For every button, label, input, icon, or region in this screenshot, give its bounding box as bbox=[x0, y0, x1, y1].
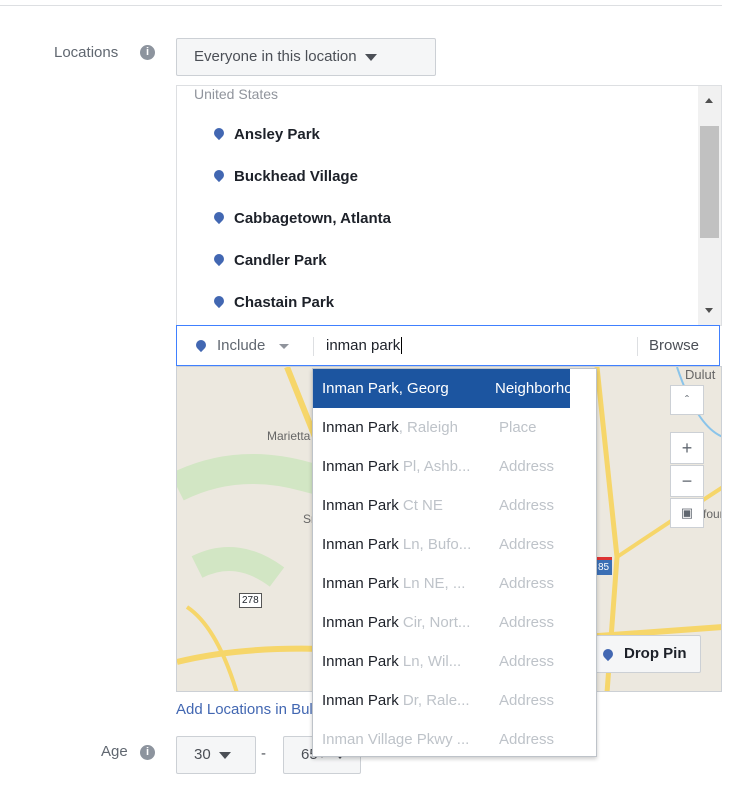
suggestion-name: Inman Park Ct NE bbox=[322, 497, 443, 514]
location-search-row: Include inman park Browse bbox=[176, 325, 720, 366]
drop-pin-label: Drop Pin bbox=[624, 645, 687, 662]
suggestion-name: Inman Park Ln, Bufo... bbox=[322, 536, 472, 553]
location-suggestions-dropdown: Inman Park, GeorgNeighborhoodInman Park,… bbox=[312, 368, 597, 757]
suggestion-type: Place bbox=[499, 419, 537, 436]
audience-select[interactable]: Everyone in this location bbox=[176, 38, 436, 76]
suggestion-item[interactable]: Inman Park Dr, Rale... Address bbox=[313, 681, 570, 720]
divider bbox=[313, 337, 314, 356]
age-separator: - bbox=[261, 745, 266, 762]
scrollbar-thumb[interactable] bbox=[700, 126, 719, 238]
location-pin-icon bbox=[211, 125, 227, 141]
divider bbox=[0, 5, 722, 6]
location-pin-icon bbox=[211, 167, 227, 183]
zoom-in-button[interactable]: + bbox=[670, 432, 704, 464]
map-label: Dulut bbox=[685, 367, 716, 382]
location-pin-icon bbox=[211, 251, 227, 267]
suggestion-name: Inman Park, Raleigh bbox=[322, 419, 458, 436]
chevron-down-icon bbox=[218, 751, 231, 759]
suggestion-item[interactable]: Inman Park Ct NE Address bbox=[313, 486, 570, 525]
map-collapse-button[interactable]: ˆ bbox=[670, 385, 704, 415]
suggestion-type: Address bbox=[499, 692, 555, 709]
suggestion-item[interactable]: Inman Village Pkwy ... Address bbox=[313, 720, 570, 759]
add-locations-bulk-link[interactable]: Add Locations in Bulk bbox=[176, 701, 320, 718]
suggestion-type: Address bbox=[499, 536, 555, 553]
suggestion-type: Address bbox=[499, 653, 555, 670]
chevron-down-icon bbox=[364, 53, 377, 61]
drop-pin-button[interactable]: Drop Pin bbox=[585, 635, 701, 673]
suggestion-item[interactable]: Inman Park, Raleigh Place bbox=[313, 408, 570, 447]
location-search-input[interactable]: inman park bbox=[326, 326, 626, 365]
map-label: Marietta bbox=[267, 429, 311, 443]
location-name: Ansley Park bbox=[234, 126, 320, 143]
recenter-icon[interactable]: ▣ bbox=[670, 498, 704, 528]
divider bbox=[637, 337, 638, 356]
suggestion-type: Address bbox=[499, 614, 555, 631]
location-pin-icon bbox=[211, 293, 227, 309]
scrollbar[interactable] bbox=[698, 86, 721, 325]
suggestion-name: Inman Park Dr, Rale... bbox=[322, 692, 470, 709]
suggestion-type: Neighborhood bbox=[495, 380, 570, 397]
info-icon[interactable]: i bbox=[140, 745, 155, 760]
suggestion-item[interactable]: Inman Park Pl, Ashb... Address bbox=[313, 447, 570, 486]
suggestion-name: Inman Park Ln, Wil... bbox=[322, 653, 462, 670]
scroll-up-icon[interactable] bbox=[705, 98, 713, 103]
include-label: Include bbox=[217, 337, 266, 354]
location-name: Cabbagetown, Atlanta bbox=[234, 210, 391, 227]
suggestion-type: Address bbox=[499, 497, 555, 514]
highway-shield: 278 bbox=[239, 593, 262, 608]
suggestion-name: Inman Village Pkwy ... bbox=[322, 731, 470, 748]
age-min-select[interactable]: 30 bbox=[176, 736, 256, 774]
suggestion-item[interactable]: Inman Park, Georg Neighborhood bbox=[313, 369, 570, 408]
location-name: Chastain Park bbox=[234, 294, 335, 311]
suggestion-item[interactable]: Inman Park Ln, Wil... Address bbox=[313, 642, 570, 681]
location-name: Candler Park bbox=[234, 252, 327, 269]
location-pin-icon bbox=[600, 646, 616, 662]
include-select[interactable]: Include bbox=[193, 326, 327, 365]
suggestion-item[interactable]: Inman Park Ln NE, ... Address bbox=[313, 564, 570, 603]
zoom-out-button[interactable]: − bbox=[670, 465, 704, 497]
suggestion-item[interactable]: Inman Park Ln, Bufo... Address bbox=[313, 525, 570, 564]
interstate-shield: 85 bbox=[595, 557, 613, 575]
map-label: four bbox=[703, 507, 722, 521]
age-min-value: 30 bbox=[194, 746, 211, 763]
group-header: United States bbox=[194, 86, 279, 102]
location-pin-icon bbox=[211, 209, 227, 225]
suggestion-type: Address bbox=[499, 458, 555, 475]
locations-label: Locations bbox=[54, 44, 119, 61]
audience-select-label: Everyone in this location bbox=[194, 48, 357, 65]
scroll-down-icon[interactable] bbox=[705, 308, 713, 313]
suggestion-name: Inman Park, Georg bbox=[322, 380, 449, 397]
search-value: inman park bbox=[326, 337, 401, 354]
info-icon[interactable]: i bbox=[140, 45, 155, 60]
suggestion-name: Inman Park Cir, Nort... bbox=[322, 614, 471, 631]
chevron-down-icon bbox=[279, 343, 290, 349]
selected-locations-list: United States Ansley Park Buckhead Villa… bbox=[176, 85, 722, 326]
age-label: Age bbox=[101, 743, 128, 760]
suggestion-item[interactable]: Inman Park Cir, Nort... Address bbox=[313, 603, 570, 642]
suggestion-name: Inman Park Pl, Ashb... bbox=[322, 458, 471, 475]
browse-button[interactable]: Browse bbox=[649, 326, 699, 365]
suggestion-name: Inman Park Ln NE, ... bbox=[322, 575, 466, 592]
suggestion-type: Address bbox=[499, 731, 555, 748]
location-name: Buckhead Village bbox=[234, 168, 358, 185]
suggestion-type: Address bbox=[499, 575, 555, 592]
